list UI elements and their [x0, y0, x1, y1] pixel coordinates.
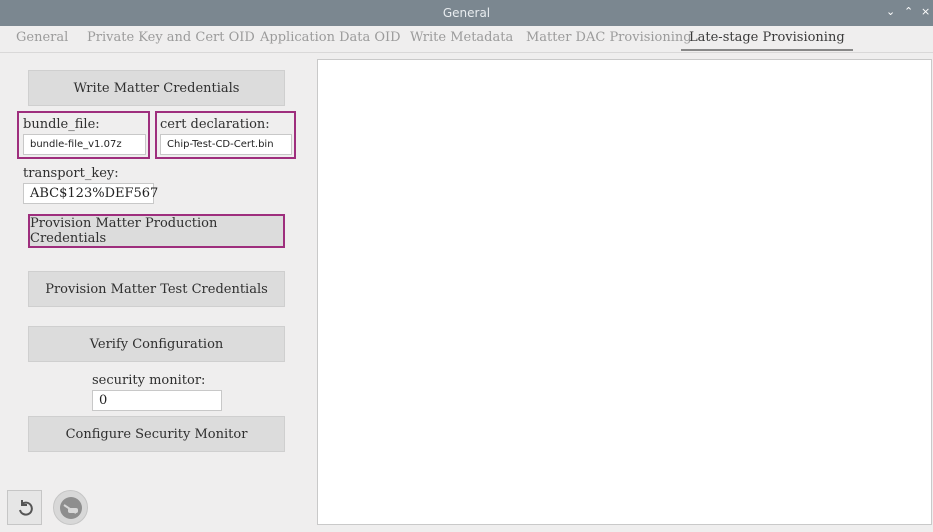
provision-production-credentials-button[interactable]: Provision Matter Production Credentials — [28, 214, 285, 248]
window-title: General — [442, 6, 491, 20]
bundle-file-input[interactable]: bundle-file_v1.07z — [23, 134, 146, 155]
toggle-icon — [59, 496, 82, 519]
security-monitor-input[interactable]: 0 — [92, 390, 222, 411]
output-panel[interactable] — [317, 59, 932, 525]
tab-bar: General Private Key and Cert OID Applica… — [0, 26, 933, 53]
security-monitor-label: security monitor: — [92, 373, 206, 388]
cert-declaration-label: cert declaration: — [160, 117, 270, 132]
tab-write-metadata[interactable]: Write Metadata — [410, 30, 513, 45]
verify-configuration-button[interactable]: Verify Configuration — [28, 326, 285, 362]
toggle-button[interactable] — [53, 490, 88, 525]
tab-matter-dac-provisioning[interactable]: Matter DAC Provisioning — [526, 30, 692, 45]
maximize-icon[interactable]: ⌃ — [904, 5, 913, 18]
tab-general[interactable]: General — [16, 30, 68, 45]
bundle-file-label: bundle_file: — [23, 117, 100, 132]
cert-declaration-input[interactable]: Chip-Test-CD-Cert.bin — [160, 134, 292, 155]
transport-key-input[interactable]: ABC$123%DEF567 — [23, 183, 158, 204]
write-matter-credentials-button[interactable]: Write Matter Credentials — [28, 70, 285, 106]
configure-security-monitor-button[interactable]: Configure Security Monitor — [28, 416, 285, 452]
window-titlebar: General ⌄ ⌃ × — [0, 0, 933, 26]
minimize-icon[interactable]: ⌄ — [886, 5, 895, 18]
provision-test-credentials-button[interactable]: Provision Matter Test Credentials — [28, 271, 285, 307]
transport-key-label: transport_key: — [23, 166, 119, 181]
undo-button[interactable] — [7, 490, 42, 525]
tab-application-data-oid[interactable]: Application Data OID — [260, 30, 401, 45]
close-icon[interactable]: × — [921, 5, 930, 18]
tab-private-key-cert-oid[interactable]: Private Key and Cert OID — [87, 30, 255, 45]
tab-late-stage-provisioning[interactable]: Late-stage Provisioning — [681, 30, 853, 51]
undo-icon — [18, 499, 33, 516]
